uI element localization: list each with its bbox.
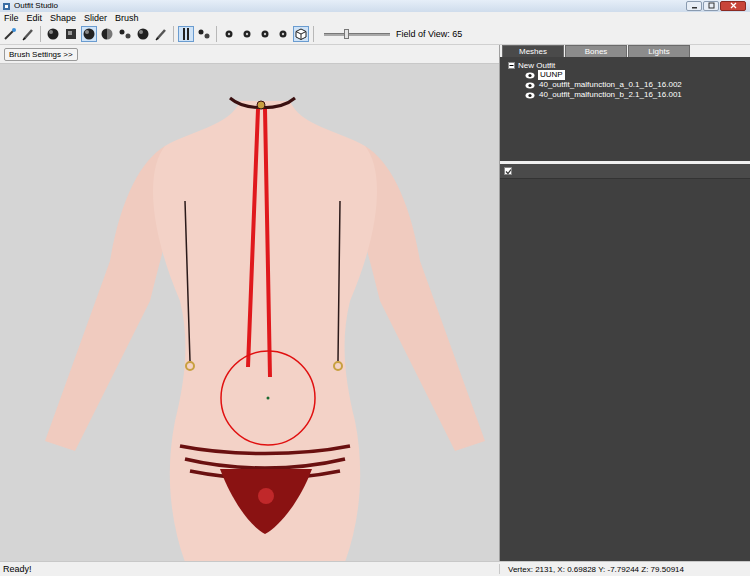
dots-icon <box>197 27 211 41</box>
dot-icon <box>222 27 236 41</box>
tool-button[interactable] <box>275 26 291 42</box>
side-panel: MeshesBonesLightsNew OutfitUUNP40_outfit… <box>500 45 750 561</box>
fov-label: Field of View: 65 <box>396 29 462 39</box>
minimize-icon <box>690 2 699 9</box>
slider-list <box>500 179 750 561</box>
bar-icon <box>179 27 193 41</box>
slider-thumb[interactable] <box>344 29 349 39</box>
tree-root[interactable]: New Outfit <box>508 60 750 70</box>
tool-group <box>221 26 309 42</box>
toolbar-separator <box>216 26 217 42</box>
half-icon <box>100 27 114 41</box>
outfit-studio-window: Outfit StudioFile Edit Shape Slider Brush Fie… <box>0 0 750 576</box>
tool-button[interactable] <box>117 26 133 42</box>
check-icon <box>505 168 511 175</box>
close-button[interactable] <box>720 1 746 11</box>
tab[interactable]: Meshes <box>502 45 564 57</box>
tool-button[interactable] <box>221 26 237 42</box>
slider-panel-header <box>500 164 750 179</box>
toolbar-separator <box>40 26 41 42</box>
eye-icon[interactable] <box>525 92 535 99</box>
sphere-icon <box>136 27 150 41</box>
tab[interactable]: Lights <box>628 45 690 57</box>
tool-button[interactable] <box>196 26 212 42</box>
menu-item[interactable]: Shape <box>50 12 76 24</box>
menu-item[interactable]: Edit <box>27 12 43 24</box>
status-bar: Ready!Vertex: 2131, X: 0.69828 Y: -7.792… <box>0 561 750 576</box>
tab-bar: MeshesBonesLights <box>500 45 750 57</box>
tool-group <box>45 26 169 42</box>
collapse-icon[interactable] <box>508 62 515 69</box>
tool-button[interactable] <box>63 26 79 42</box>
tool-button[interactable] <box>2 26 18 42</box>
menu-item[interactable]: File <box>4 12 19 24</box>
tool-group <box>178 26 212 42</box>
pen-icon <box>154 27 168 41</box>
slider-track <box>324 33 390 36</box>
minimize-button[interactable] <box>686 1 702 11</box>
mesh-item[interactable]: UUNP <box>508 70 750 80</box>
toolbar-separator <box>313 26 314 42</box>
tool-group <box>2 26 36 42</box>
dot-icon <box>240 27 254 41</box>
sphere-icon <box>82 27 96 41</box>
tool-button[interactable] <box>293 26 309 42</box>
brush-settings-button[interactable]: Brush Settings >> <box>4 48 78 61</box>
menu-item[interactable]: Brush <box>115 12 139 24</box>
toolbar-separator <box>173 26 174 42</box>
tool-button[interactable] <box>239 26 255 42</box>
dot-icon <box>276 27 290 41</box>
maximize-button[interactable] <box>703 1 719 11</box>
app-icon <box>2 2 11 11</box>
sphere-icon <box>46 27 60 41</box>
tool-button[interactable] <box>257 26 273 42</box>
mesh-tree: New OutfitUUNP40_outfit_malfunction_a_0.… <box>500 57 750 161</box>
maximize-icon <box>707 2 716 9</box>
tool-button[interactable] <box>99 26 115 42</box>
vertex-info: Vertex: 2131, X: 0.69828 Y: -7.79244 Z: … <box>500 565 684 574</box>
title-bar: Outfit Studio <box>0 0 750 12</box>
cube-icon <box>294 27 308 41</box>
tool-button[interactable] <box>178 26 194 42</box>
main-area: Brush Settings >>MeshesBonesLightsNew Ou… <box>0 45 750 561</box>
eye-icon[interactable] <box>525 72 535 79</box>
dots-icon <box>118 27 132 41</box>
menu-bar: File Edit Shape Slider Brush <box>0 12 750 24</box>
menu-item[interactable]: Slider <box>84 12 107 24</box>
dot-icon <box>258 27 272 41</box>
tab[interactable]: Bones <box>565 45 627 57</box>
eye-icon[interactable] <box>525 82 535 89</box>
wand-icon <box>3 27 17 41</box>
toolbar: Field of View: 65 <box>0 24 750 45</box>
brush-settings-bar: Brush Settings >> <box>0 45 499 64</box>
tool-button[interactable] <box>135 26 151 42</box>
window-title: Outfit Studio <box>14 0 58 12</box>
status-message: Ready! <box>0 564 500 574</box>
mesh-item[interactable]: 40_outfit_malfunction_b_2.1_16_16.001 <box>508 90 750 100</box>
viewport-panel: Brush Settings >> <box>0 45 500 561</box>
close-icon <box>729 2 738 9</box>
square-icon <box>64 27 78 41</box>
tool-button[interactable] <box>45 26 61 42</box>
tool-button[interactable] <box>153 26 169 42</box>
pen-icon <box>21 27 35 41</box>
3d-viewport[interactable] <box>0 64 499 561</box>
mesh-item[interactable]: 40_outfit_malfunction_a_0.1_16_16.002 <box>508 80 750 90</box>
tool-button[interactable] <box>20 26 36 42</box>
tool-button[interactable] <box>81 26 97 42</box>
fov-slider[interactable] <box>324 28 390 40</box>
model-render <box>0 64 499 561</box>
select-all-checkbox[interactable] <box>504 167 512 175</box>
